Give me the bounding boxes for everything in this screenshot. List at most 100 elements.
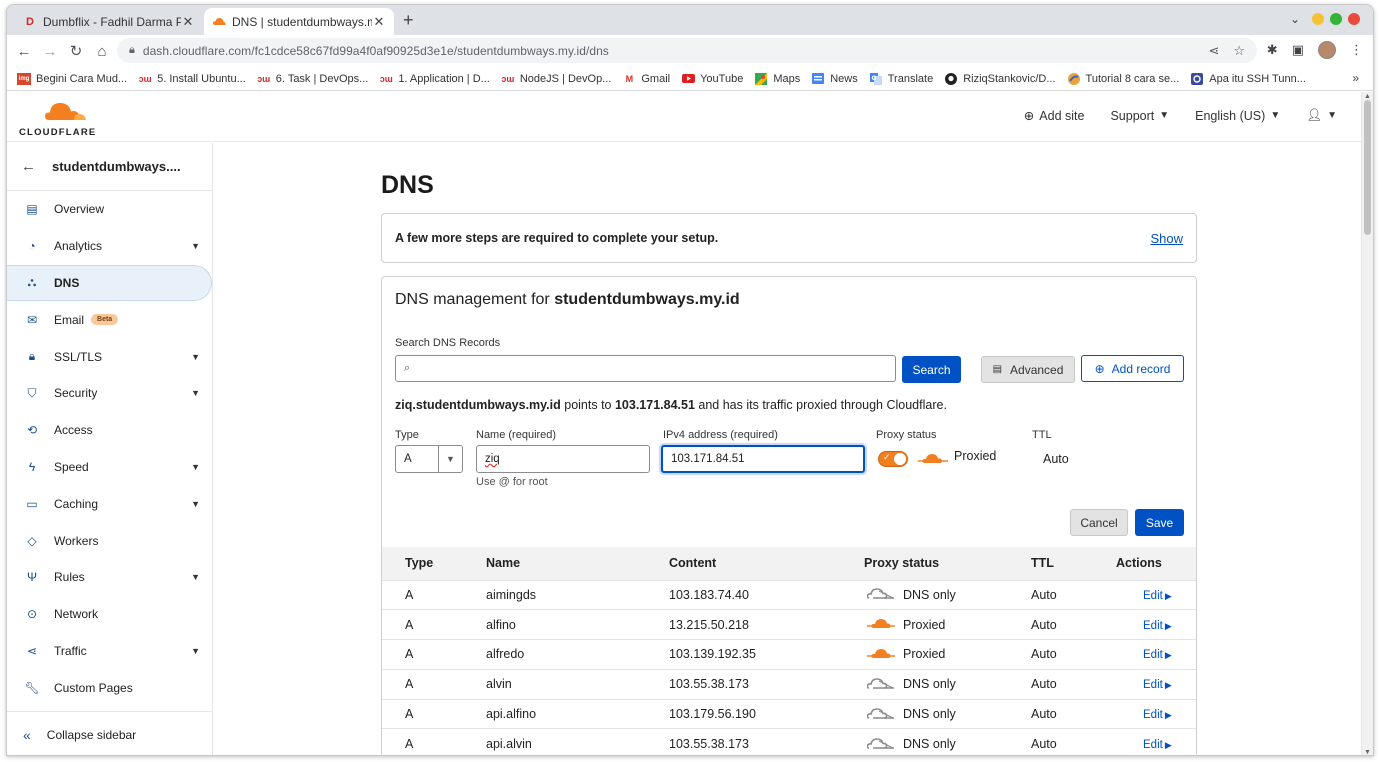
sidebar-item-email[interactable]: ✉ Email Beta: [7, 301, 212, 338]
language-menu[interactable]: English (US) ▼: [1195, 109, 1280, 123]
table-row[interactable]: Aalvin 103.55.38.173 DNS only Auto Edit ▶: [382, 668, 1196, 700]
cloudflare-logo[interactable]: CLOUDFLARE: [19, 99, 109, 138]
zone-selector[interactable]: ← studentdumbways....: [7, 143, 212, 191]
collapse-sidebar-button[interactable]: « Collapse sidebar: [7, 711, 213, 755]
bookmark-item[interactable]: Tutorial 8 cara se...: [1067, 72, 1179, 85]
bookmark-item[interactable]: ɔɯ NodeJS | DevOp...: [501, 73, 611, 85]
profile-avatar[interactable]: [1318, 41, 1336, 59]
caret-down-icon[interactable]: ▼: [191, 499, 200, 509]
table-row[interactable]: Aaimingds 103.183.74.40 DNS only Auto Edit ▶: [382, 579, 1196, 610]
bookmark-item[interactable]: RiziqStankovic/D...: [944, 72, 1056, 85]
sidebar-item-custom-pages[interactable]: 🔧︎ Custom Pages: [7, 669, 212, 706]
back-icon[interactable]: ←: [11, 43, 37, 60]
table-row[interactable]: Aapi.alfino 103.179.56.190 DNS only Auto Edi…: [382, 698, 1196, 729]
search-input[interactable]: ⌕: [395, 355, 896, 382]
support-menu[interactable]: Support ▼: [1110, 109, 1169, 123]
sidebar-item-workers[interactable]: ◇ Workers: [7, 522, 212, 559]
edit-link[interactable]: Edit ▶: [1143, 709, 1172, 721]
column-header[interactable]: Name: [486, 547, 669, 580]
bookmark-item[interactable]: YouTube: [681, 73, 743, 85]
sidebar-item-speed[interactable]: ϟ Speed ▼: [7, 449, 212, 486]
sidebar-item-dns[interactable]: ⛬ DNS: [7, 264, 212, 302]
column-header[interactable]: TTL: [1031, 547, 1106, 580]
tab-search-icon[interactable]: ⌄: [1290, 12, 1300, 26]
bookmark-item[interactable]: ɔɯ 6. Task | DevOps...: [257, 73, 368, 85]
extensions-icon[interactable]: ✱: [1267, 42, 1278, 58]
sidebar-item-label: Caching: [54, 496, 99, 511]
ipv4-field[interactable]: 103.171.84.51: [661, 445, 865, 473]
bookmark-item[interactable]: Apa itu SSH Tunn...: [1190, 72, 1306, 85]
back-arrow-icon[interactable]: ←: [21, 158, 36, 175]
bookmark-item[interactable]: G Translate: [869, 72, 933, 85]
column-header[interactable]: Type: [382, 547, 486, 580]
sidebar-item-label: DNS: [54, 275, 80, 290]
caret-down-icon[interactable]: ▼: [191, 572, 200, 582]
caret-down-icon[interactable]: ▼: [191, 646, 200, 656]
share-icon[interactable]: ⋖: [1208, 43, 1219, 59]
bookmark-item[interactable]: M Gmail: [622, 73, 670, 85]
sidebar-item-ssl-tls[interactable]: 🔒︎ SSL/TLS ▼: [7, 338, 212, 375]
sidebar-item-access[interactable]: ⟲ Access: [7, 412, 212, 449]
home-icon[interactable]: ⌂: [89, 43, 115, 60]
sidebar-item-traffic[interactable]: ⋖ Traffic ▼: [7, 633, 212, 670]
bookmark-star-icon[interactable]: ☆: [1233, 43, 1245, 59]
edit-link[interactable]: Edit ▶: [1143, 590, 1172, 602]
table-row[interactable]: Aapi.alvin 103.55.38.173 DNS only Auto Edit ▶: [382, 728, 1196, 755]
cancel-button[interactable]: Cancel: [1070, 509, 1128, 536]
tab-dns[interactable]: DNS | studentdumbways.my.id ✕: [204, 8, 394, 35]
advanced-button[interactable]: ▤ Advanced: [981, 356, 1075, 383]
address-bar[interactable]: 🔒︎ dash.cloudflare.com/fc1cdce58c67fd99a…: [117, 38, 1257, 63]
sidebar-item-rules[interactable]: Ψ Rules ▼: [7, 559, 212, 596]
close-icon[interactable]: ✕: [372, 14, 386, 30]
bookmark-item[interactable]: Maps: [754, 72, 800, 85]
scroll-up-icon[interactable]: ▲: [1364, 93, 1371, 100]
caret-down-icon[interactable]: ▼: [191, 388, 200, 398]
table-row[interactable]: Aalfino 13.215.50.218 Proxied Auto Edit ▶: [382, 609, 1196, 640]
page-scrollbar[interactable]: ▲ ▼: [1361, 92, 1373, 755]
table-row[interactable]: Aalfredo 103.139.192.35 Proxied Auto Edit ▶: [382, 639, 1196, 670]
edit-link[interactable]: Edit ▶: [1143, 739, 1172, 751]
forward-icon[interactable]: →: [37, 43, 63, 60]
type-select[interactable]: A ▼: [395, 445, 463, 473]
bookmark-item[interactable]: ɔɯ 1. Application | D...: [379, 73, 490, 85]
new-tab-button[interactable]: +: [403, 10, 414, 31]
sidebar-item-overview[interactable]: ▤ Overview: [7, 191, 212, 228]
scrollbar-thumb[interactable]: [1364, 100, 1371, 235]
lock-icon[interactable]: 🔒︎: [129, 44, 135, 57]
search-button[interactable]: Search: [902, 356, 961, 383]
proxy-toggle[interactable]: ✓: [878, 451, 908, 467]
side-panel-icon[interactable]: ▣: [1292, 42, 1304, 58]
maximize-icon[interactable]: [1330, 13, 1342, 25]
bookmark-item[interactable]: News: [811, 73, 858, 85]
caret-down-icon[interactable]: ▼: [191, 462, 200, 472]
reload-icon[interactable]: ↻: [63, 42, 89, 60]
sidebar-item-network[interactable]: ⊙ Network: [7, 596, 212, 633]
tab-strip: D Dumbflix - Fadhil Darma Pute ✕ DNS | s…: [7, 5, 1373, 35]
show-link[interactable]: Show: [1150, 231, 1183, 246]
edit-link[interactable]: Edit ▶: [1143, 649, 1172, 661]
account-menu[interactable]: 👤︎ ▼: [1306, 108, 1337, 123]
column-header[interactable]: Content: [669, 547, 864, 580]
column-header[interactable]: Proxy status: [864, 547, 1031, 580]
bookmark-item[interactable]: ɔɯ 5. Install Ubuntu...: [138, 73, 246, 85]
scroll-down-icon[interactable]: ▼: [1364, 749, 1371, 755]
name-field[interactable]: ziq: [476, 445, 650, 473]
tab-dumbflix[interactable]: D Dumbflix - Fadhil Darma Pute ✕: [15, 8, 203, 35]
add-record-button[interactable]: ⊕ Add record: [1081, 355, 1184, 382]
edit-link[interactable]: Edit ▶: [1143, 620, 1172, 632]
zone-name: studentdumbways....: [52, 159, 181, 174]
sidebar-item-analytics[interactable]: ◔ Analytics ▼: [7, 228, 212, 265]
more-bookmarks-icon[interactable]: »: [1352, 71, 1359, 85]
menu-icon[interactable]: ⋮: [1350, 42, 1363, 58]
minimize-icon[interactable]: [1312, 13, 1324, 25]
sidebar-item-caching[interactable]: ▭ Caching ▼: [7, 485, 212, 522]
sidebar-item-security[interactable]: ⛉ Security ▼: [7, 375, 212, 412]
caret-down-icon[interactable]: ▼: [191, 352, 200, 362]
close-icon[interactable]: ✕: [181, 14, 195, 30]
caret-down-icon[interactable]: ▼: [191, 241, 200, 251]
edit-link[interactable]: Edit ▶: [1143, 679, 1172, 691]
bookmark-item[interactable]: img Begini Cara Mud...: [17, 72, 127, 85]
save-button[interactable]: Save: [1135, 509, 1184, 536]
close-window-icon[interactable]: [1348, 13, 1360, 25]
add-site-button[interactable]: ⊕ Add site: [1024, 108, 1085, 124]
